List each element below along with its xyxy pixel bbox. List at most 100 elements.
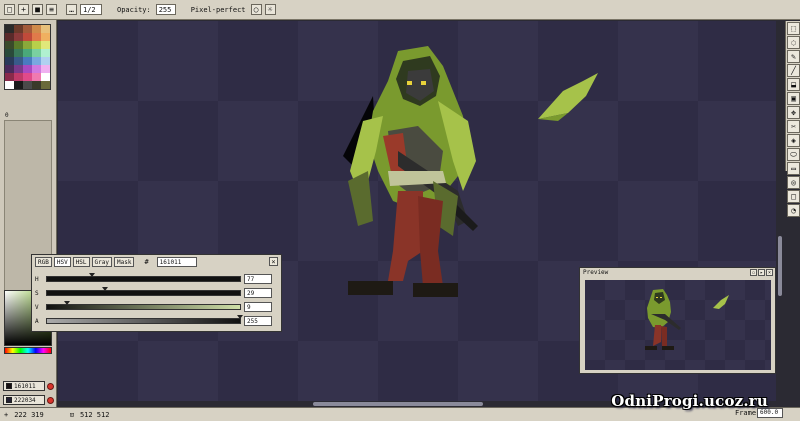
tool-button-icon[interactable]: ▭ xyxy=(787,162,800,175)
horizontal-scroll-thumb[interactable] xyxy=(313,402,483,406)
tool-button-icon[interactable]: □ xyxy=(787,190,800,203)
tool-button-icon[interactable]: ◔ xyxy=(787,204,800,217)
palette-swatch[interactable] xyxy=(23,41,32,49)
tool-button-icon[interactable]: ✂ xyxy=(787,120,800,133)
slider-value-input[interactable]: 255 xyxy=(244,316,272,326)
color-editor-window: RGB HSV HSL Gray Mask # 161011 × H 77 S 29 V… xyxy=(31,254,282,332)
palette-swatch[interactable] xyxy=(23,25,32,33)
palette-swatch[interactable] xyxy=(23,65,32,73)
palette-swatch[interactable] xyxy=(23,81,32,89)
close-icon[interactable]: × xyxy=(269,257,278,266)
background-color-slot[interactable]: 222034 xyxy=(3,395,45,405)
palette-swatch[interactable] xyxy=(41,81,50,89)
toolbar-button-menu[interactable]: ≡ xyxy=(46,4,57,15)
palette-swatch[interactable] xyxy=(5,65,14,73)
slider-handle[interactable] xyxy=(102,287,109,291)
slider-value-input[interactable]: 29 xyxy=(244,288,272,298)
tab-gray[interactable]: Gray xyxy=(91,257,112,267)
palette-swatch[interactable] xyxy=(5,57,14,65)
palette-swatch[interactable] xyxy=(5,25,14,33)
slider-value-input[interactable]: 77 xyxy=(244,274,272,284)
tab-rgb[interactable]: RGB xyxy=(35,257,52,267)
hex-input[interactable]: 161011 xyxy=(156,257,197,267)
slider-track[interactable] xyxy=(46,315,243,324)
palette-swatch[interactable] xyxy=(14,25,23,33)
settings-gear-icon[interactable]: ☼ xyxy=(264,4,276,15)
palette-swatch[interactable] xyxy=(41,65,50,73)
tool-button-icon[interactable]: ◈ xyxy=(787,134,800,147)
palette-swatch[interactable] xyxy=(32,65,41,73)
hue-slider[interactable] xyxy=(4,347,52,354)
palette-swatch[interactable] xyxy=(23,49,32,57)
slider-track[interactable] xyxy=(46,273,241,282)
palette-swatch[interactable] xyxy=(41,25,50,33)
toolbar-button-add[interactable]: + xyxy=(18,4,29,15)
canvas-size-icon: ⊡ xyxy=(69,410,74,419)
vertical-scroll-thumb[interactable] xyxy=(778,236,782,296)
palette-swatch[interactable] xyxy=(14,73,23,81)
palette-swatch[interactable] xyxy=(41,33,50,41)
palette-swatch[interactable] xyxy=(32,73,41,81)
palette-swatch[interactable] xyxy=(32,81,41,89)
palette-swatch[interactable] xyxy=(5,49,14,57)
tab-hsl[interactable]: HSL xyxy=(72,257,90,267)
preview-play-icon[interactable]: ▸ xyxy=(758,269,765,276)
tool-button-icon[interactable]: ╱ xyxy=(787,64,800,77)
palette-swatch[interactable] xyxy=(32,25,41,33)
palette-swatch[interactable] xyxy=(5,41,14,49)
top-toolbar: □ + ■ ≡ … 1/2 Opacity: 255 Pixel-perfect… xyxy=(0,0,800,20)
tab-mask[interactable]: Mask xyxy=(113,257,135,267)
tool-button-icon[interactable]: ⬚ xyxy=(787,22,800,35)
toolbar-button-more[interactable]: … xyxy=(66,4,77,15)
foreground-color-slot[interactable]: 161011 xyxy=(3,381,45,391)
preview-close-icon[interactable]: × xyxy=(766,269,773,276)
palette-swatch[interactable] xyxy=(32,49,41,57)
palette-swatch[interactable] xyxy=(5,33,14,41)
preview-zoom-icon[interactable]: ▫ xyxy=(750,269,757,276)
toolbar-button-fill[interactable]: ■ xyxy=(32,4,43,15)
palette-swatch[interactable] xyxy=(41,49,50,57)
palette-swatch[interactable] xyxy=(41,41,50,49)
palette-swatch[interactable] xyxy=(23,33,32,41)
tool-button-icon[interactable]: ◎ xyxy=(787,176,800,189)
tool-button-icon[interactable]: ◌ xyxy=(787,36,800,49)
slider-track[interactable] xyxy=(46,287,241,296)
palette-swatch[interactable] xyxy=(5,81,14,89)
tool-button-icon[interactable]: ⬓ xyxy=(787,78,800,91)
palette-index: 0 xyxy=(5,112,9,119)
slider-track[interactable] xyxy=(46,301,241,310)
palette-swatch[interactable] xyxy=(32,33,41,41)
tool-button-icon[interactable]: ✥ xyxy=(787,106,800,119)
background-alert-icon xyxy=(47,397,54,404)
tool-button-icon[interactable]: ✎ xyxy=(787,50,800,63)
palette-swatch[interactable] xyxy=(14,57,23,65)
toolbar-button-new[interactable]: □ xyxy=(4,4,15,15)
preview-window: Preview ▫ ▸ × xyxy=(579,267,776,374)
palette-swatch[interactable] xyxy=(14,65,23,73)
vertical-scrollbar[interactable] xyxy=(777,21,783,401)
slider-handle[interactable] xyxy=(237,315,243,319)
tab-hsv[interactable]: HSV xyxy=(53,257,71,267)
slider-handle[interactable] xyxy=(64,301,71,305)
palette-swatch[interactable] xyxy=(14,33,23,41)
character-sprite xyxy=(343,46,478,297)
palette-swatch[interactable] xyxy=(14,49,23,57)
brush-size-input[interactable]: 1/2 xyxy=(80,4,102,15)
tool-column: ⬚ ◌ ✎ ╱ ⬓ ▣ ✥ ✂ ◈ ⬭ ▭ ◎ □ ◔ xyxy=(785,21,800,217)
palette-swatch[interactable] xyxy=(32,41,41,49)
palette-swatch[interactable] xyxy=(23,73,32,81)
opacity-input[interactable]: 255 xyxy=(155,4,176,15)
pixel-perfect-toggle-icon[interactable]: ○ xyxy=(250,4,262,15)
palette-swatch[interactable] xyxy=(14,81,23,89)
tool-button-icon[interactable]: ⬭ xyxy=(787,148,800,161)
palette-swatch[interactable] xyxy=(23,57,32,65)
palette-swatch[interactable] xyxy=(5,73,14,81)
slider-value-input[interactable]: 9 xyxy=(244,302,272,312)
tool-button-icon[interactable]: ▣ xyxy=(787,92,800,105)
palette-swatch[interactable] xyxy=(14,41,23,49)
palette-swatch[interactable] xyxy=(41,57,50,65)
slider-handle[interactable] xyxy=(88,273,95,277)
palette-swatch[interactable] xyxy=(41,73,50,81)
cursor-icon: + xyxy=(4,410,9,419)
palette-swatch[interactable] xyxy=(32,57,41,65)
